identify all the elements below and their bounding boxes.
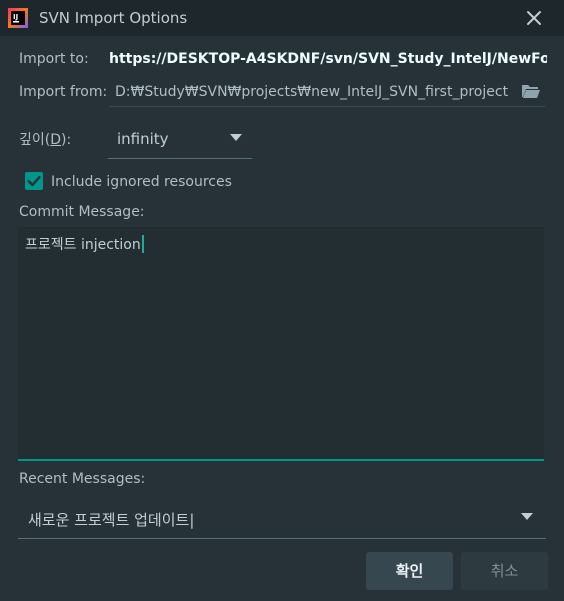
commit-message-label: Commit Message:: [19, 204, 145, 220]
chevron-down-icon: [230, 134, 242, 141]
include-ignored-label[interactable]: Include ignored resources: [51, 174, 232, 190]
window-title: SVN Import Options: [39, 9, 188, 27]
recent-messages-label: Recent Messages:: [19, 471, 146, 487]
text-caret: [141, 235, 144, 253]
depth-label: 깊이(D):: [19, 129, 71, 149]
check-icon: [27, 175, 41, 187]
app-icon-glyph: IJ: [13, 13, 18, 21]
commit-message-text: 프로젝트 injection: [25, 234, 144, 254]
intellij-app-icon: IJ: [8, 8, 28, 28]
title-bar: IJ SVN Import Options: [0, 0, 564, 36]
import-from-path: D:₩Study₩SVN₩projects₩new_IntelJ_SVN_fir…: [115, 84, 509, 100]
import-from-label: Import from:: [19, 84, 108, 100]
folder-open-icon[interactable]: [521, 82, 541, 100]
import-to-url: https://DESKTOP-A4SKDNF/svn/SVN_Study_In…: [109, 51, 547, 67]
cancel-button[interactable]: 취소: [461, 552, 548, 590]
depth-label-mnemonic: D: [50, 132, 62, 148]
commit-message-textarea[interactable]: 프로젝트 injection: [18, 227, 544, 461]
chevron-down-icon: [521, 513, 533, 520]
import-to-label: Import to:: [19, 51, 89, 67]
depth-dropdown[interactable]: infinity: [108, 124, 252, 159]
depth-label-suffix: ):: [61, 132, 72, 148]
commit-message-value: 프로젝트 injection: [25, 237, 141, 253]
recent-messages-dropdown[interactable]: 새로운 프로젝트 업데이트|: [18, 498, 546, 539]
depth-value: infinity: [117, 130, 169, 148]
depth-label-prefix: 깊이(: [19, 132, 51, 148]
include-ignored-checkbox[interactable]: [25, 172, 43, 190]
close-icon[interactable]: [522, 6, 546, 30]
import-from-field[interactable]: D:₩Study₩SVN₩projects₩new_IntelJ_SVN_fir…: [109, 80, 545, 107]
ok-button[interactable]: 확인: [366, 552, 453, 590]
recent-messages-value: 새로운 프로젝트 업데이트|: [28, 511, 195, 529]
